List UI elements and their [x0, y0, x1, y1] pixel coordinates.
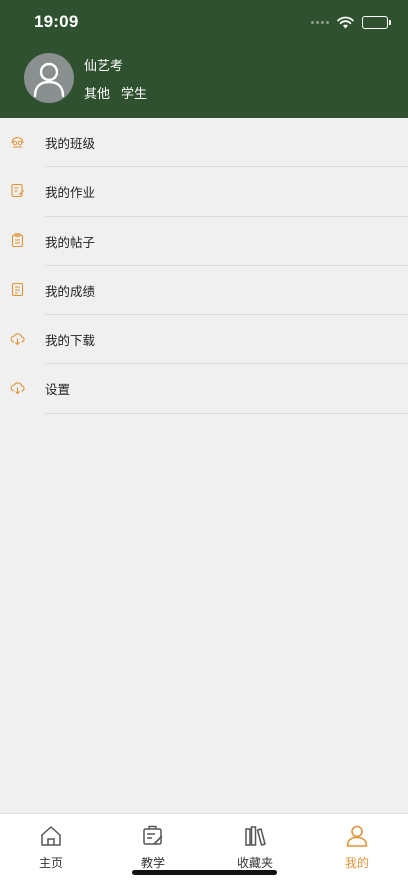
menu-item-my-class[interactable]: 我的班级: [0, 118, 408, 168]
tab-home[interactable]: 主页: [0, 823, 102, 873]
user-role: 学生: [121, 87, 148, 102]
homework-icon: [11, 184, 24, 198]
username: 仙艺考: [84, 59, 124, 74]
menu-item-settings[interactable]: 设置: [0, 364, 408, 414]
status-time: 19:09: [34, 12, 79, 31]
teaching-icon: [143, 825, 163, 845]
menu-item-my-grades[interactable]: 我的成绩: [0, 266, 408, 316]
menu-item-my-downloads[interactable]: 我的下载: [0, 315, 408, 365]
profile-header: 19:09 仙艺考 其他 学生: [0, 0, 408, 118]
grades-icon: [11, 282, 24, 296]
menu-item-label: 设置: [45, 382, 71, 398]
battery-icon: [362, 15, 391, 29]
tab-teaching[interactable]: 教学: [102, 823, 204, 873]
profile-card[interactable]: 仙艺考 其他 学生: [24, 53, 384, 105]
user-meta: 其他 学生: [84, 83, 147, 102]
status-icons: [311, 14, 391, 30]
avatar[interactable]: [24, 53, 74, 103]
home-icon: [41, 826, 61, 846]
tab-label: 教学: [140, 856, 165, 870]
tab-bar: 主页 教学 收藏夹 我的: [0, 813, 408, 883]
menu-list: 我的班级 我的作业 我的帖子 我的成绩 我的下载 设置: [0, 118, 408, 414]
wifi-icon: [337, 16, 354, 28]
signal-icon: [311, 20, 329, 24]
person-avatar-icon: [33, 62, 65, 98]
tab-label: 我的: [344, 856, 369, 870]
menu-item-label: 我的班级: [45, 136, 96, 151]
settings-cloud-icon: [10, 382, 25, 395]
menu-item-label: 我的作业: [45, 185, 96, 201]
menu-item-label: 我的下载: [45, 333, 96, 349]
favorites-icon: [245, 826, 266, 846]
download-cloud-icon: [10, 333, 25, 346]
menu-item-my-homework[interactable]: 我的作业: [0, 167, 408, 217]
tab-label: 收藏夹: [236, 856, 273, 870]
status-bar: 19:09: [0, 0, 408, 44]
posts-icon: [11, 232, 24, 247]
home-indicator[interactable]: [132, 870, 277, 875]
user-school: 其他: [84, 87, 111, 102]
menu-item-my-posts[interactable]: 我的帖子: [0, 217, 408, 266]
tab-favorites[interactable]: 收藏夹: [204, 823, 306, 873]
menu-item-label: 我的成绩: [45, 283, 96, 299]
divider: [45, 412, 408, 414]
menu-item-label: 我的帖子: [45, 234, 96, 250]
class-icon: [11, 137, 24, 148]
person-icon: [346, 825, 368, 847]
tab-mine[interactable]: 我的: [306, 823, 408, 873]
tab-label: 主页: [38, 856, 63, 870]
